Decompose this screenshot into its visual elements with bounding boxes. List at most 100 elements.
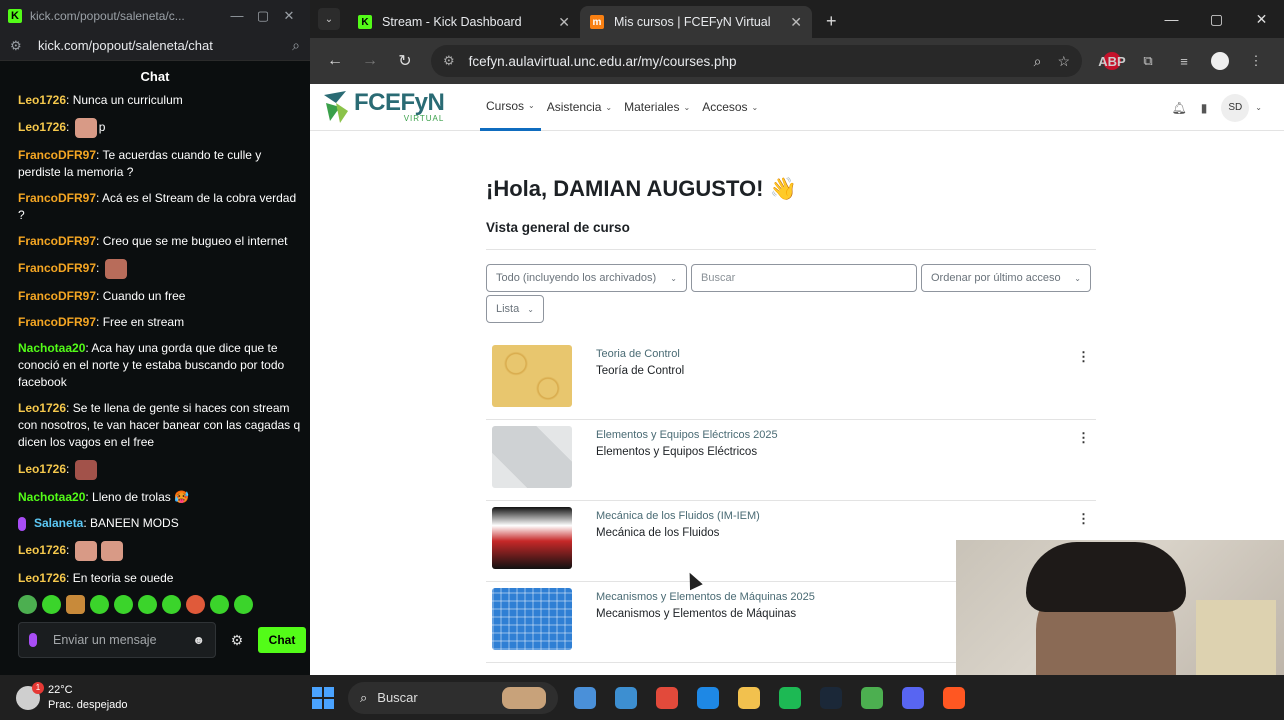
chat-username[interactable]: Leo1726 [18, 462, 66, 476]
chat-username[interactable]: FrancoDFR97 [18, 289, 96, 303]
chat-username[interactable]: FrancoDFR97 [18, 148, 96, 162]
moodle-navbar: FCEFyN VIRTUAL Cursos ⌄ Asistencia ⌄ Materia… [310, 84, 1284, 131]
emote-icon[interactable] [90, 595, 109, 614]
maximize-icon[interactable]: ▢ [1194, 0, 1239, 38]
chat-message-input[interactable]: Enviar un mensaje ☻ [18, 622, 216, 658]
nav-item-accesos[interactable]: Accesos ⌄ [696, 84, 764, 131]
emoji-picker-icon[interactable]: ☻ [192, 633, 205, 647]
messages-icon[interactable]: ▮ [1201, 101, 1208, 115]
back-arrow-icon[interactable]: ← [320, 52, 350, 70]
tab-kick-dashboard[interactable]: K Stream - Kick Dashboard ✕ [348, 6, 580, 38]
emote-icon[interactable] [66, 595, 85, 614]
nav-item-cursos[interactable]: Cursos ⌄ [480, 84, 541, 131]
user-avatar[interactable]: SD [1221, 93, 1250, 122]
minimize-icon[interactable]: — [224, 8, 250, 23]
taskbar-app-icon[interactable] [605, 682, 646, 714]
weather-widget[interactable]: 1 22°C Prac. despejado [0, 681, 310, 713]
course-actions-kebab-icon[interactable]: ⋮ [1077, 430, 1090, 446]
chat-message-list[interactable]: Leo1726: Nunca un curriculum Leo1726: p Fr… [18, 92, 304, 596]
adblock-plus-icon[interactable]: ABP [1098, 52, 1126, 70]
address-bar[interactable]: ⚙ fcefyn.aulavirtual.unc.edu.ar/my/cours… [431, 45, 1082, 77]
chat-username[interactable]: Leo1726 [18, 543, 66, 557]
taskbar-app-icon[interactable] [892, 682, 933, 714]
fcefyn-logo[interactable]: FCEFyN VIRTUAL [322, 89, 470, 125]
chat-settings-gear-icon[interactable]: ⚙ [220, 632, 254, 649]
grouping-dropdown[interactable]: Todo (incluyendo los archivados) ⌄ [486, 264, 687, 292]
chat-username[interactable]: Leo1726 [18, 571, 66, 585]
emote-icon[interactable] [138, 595, 157, 614]
chat-username[interactable]: Leo1726 [18, 401, 66, 415]
chat-message: Nachotaa20: Aca hay una gorda que dice q… [18, 340, 304, 391]
tab-close-icon[interactable]: ✕ [790, 14, 802, 31]
chat-username[interactable]: Salaneta [34, 516, 83, 530]
taskbar-search[interactable]: ⌕ Buscar [348, 681, 558, 714]
chat-username[interactable]: FrancoDFR97 [18, 234, 96, 248]
view-dropdown[interactable]: Lista ⌄ [486, 295, 544, 323]
kick-address-bar[interactable]: ⚙ kick.com/popout/saleneta/chat ⌕ [0, 31, 310, 61]
windows-start-icon[interactable] [312, 686, 334, 709]
chat-username[interactable]: Leo1726 [18, 93, 66, 107]
notifications-bell-icon[interactable]: 🔔︎ [1171, 101, 1186, 115]
chat-username[interactable]: FrancoDFR97 [18, 261, 96, 275]
maximize-icon[interactable]: ▢ [250, 8, 276, 24]
bookmark-star-icon[interactable]: ☆ [1057, 53, 1070, 70]
site-settings-icon[interactable]: ⚙ [10, 38, 24, 54]
nav-item-asistencia[interactable]: Asistencia ⌄ [541, 84, 618, 131]
taskbar-app-icon[interactable] [646, 682, 687, 714]
new-tab-plus-icon[interactable]: + [826, 11, 837, 32]
taskbar-app-icon[interactable] [810, 682, 851, 714]
course-thumbnail[interactable] [492, 345, 572, 407]
course-actions-kebab-icon[interactable]: ⋮ [1077, 511, 1090, 527]
emote-icon[interactable] [234, 595, 253, 614]
emote-icon[interactable] [114, 595, 133, 614]
close-icon[interactable]: ✕ [276, 8, 302, 24]
tab-close-icon[interactable]: ✕ [558, 14, 570, 31]
course-thumbnail[interactable] [492, 426, 572, 488]
taskbar-app-icon[interactable] [728, 682, 769, 714]
chat-username[interactable]: Nachotaa20 [18, 490, 85, 504]
chat-username[interactable]: Nachotaa20 [18, 341, 85, 355]
chevron-down-icon[interactable]: ⌄ [1255, 103, 1262, 112]
tab-search-chevron-icon[interactable]: ⌄ [318, 8, 340, 30]
taskbar-app-icon[interactable] [769, 682, 810, 714]
course-row[interactable]: Teoria de Control Teoría de Control ⋮ [486, 339, 1096, 420]
course-name[interactable]: Teoría de Control [596, 365, 684, 377]
chat-username[interactable]: FrancoDFR97 [18, 191, 96, 205]
chat-username[interactable]: FrancoDFR97 [18, 315, 96, 329]
course-name[interactable]: Mecánica de los Fluidos [596, 527, 760, 539]
course-thumbnail[interactable] [492, 588, 572, 650]
profile-avatar-icon[interactable] [1211, 52, 1229, 70]
media-controls-icon[interactable]: ≡ [1166, 54, 1202, 69]
chat-send-button[interactable]: Chat [258, 627, 306, 653]
forward-arrow-icon[interactable]: → [355, 52, 385, 70]
chat-username[interactable]: Leo1726 [18, 120, 66, 134]
course-thumbnail[interactable] [492, 507, 572, 569]
extensions-puzzle-icon[interactable]: ⧉ [1130, 53, 1166, 69]
emote-icon[interactable] [186, 595, 205, 614]
zoom-icon[interactable]: ⌕ [1034, 53, 1042, 70]
close-icon[interactable]: ✕ [1239, 0, 1284, 38]
course-name[interactable]: Elementos y Equipos Eléctricos [596, 446, 778, 458]
taskbar-app-icon[interactable] [851, 682, 892, 714]
tab-mis-cursos[interactable]: m Mis cursos | FCEFyN Virtual ✕ [580, 6, 812, 38]
emote-icon[interactable] [162, 595, 181, 614]
minimize-icon[interactable]: — [1149, 0, 1194, 38]
taskbar-app-icon[interactable] [933, 682, 974, 714]
taskbar-app-icon[interactable] [564, 682, 605, 714]
site-info-icon[interactable]: ⚙ [443, 53, 455, 69]
course-actions-kebab-icon[interactable]: ⋮ [1077, 349, 1090, 365]
nav-item-materiales[interactable]: Materiales ⌄ [618, 84, 696, 131]
sort-dropdown[interactable]: Ordenar por último acceso ⌄ [921, 264, 1091, 292]
zoom-icon[interactable]: ⌕ [292, 37, 300, 54]
emote-icon[interactable] [210, 595, 229, 614]
course-info: Mecanismos y Elementos de Máquinas 2025 M… [596, 591, 815, 620]
menu-kebab-icon[interactable]: ⋮ [1238, 53, 1274, 69]
chat-message: Nachotaa20: Lleno de trolas 🥵 [18, 489, 304, 506]
course-row[interactable]: Elementos y Equipos Eléctricos 2025 Eleme… [486, 420, 1096, 501]
taskbar-app-icon[interactable] [687, 682, 728, 714]
course-name[interactable]: Mecanismos y Elementos de Máquinas [596, 608, 815, 620]
reload-icon[interactable]: ↻ [390, 51, 420, 71]
course-search-input[interactable]: Buscar [691, 264, 917, 292]
emote-icon[interactable] [18, 595, 37, 614]
emote-icon[interactable] [42, 595, 61, 614]
